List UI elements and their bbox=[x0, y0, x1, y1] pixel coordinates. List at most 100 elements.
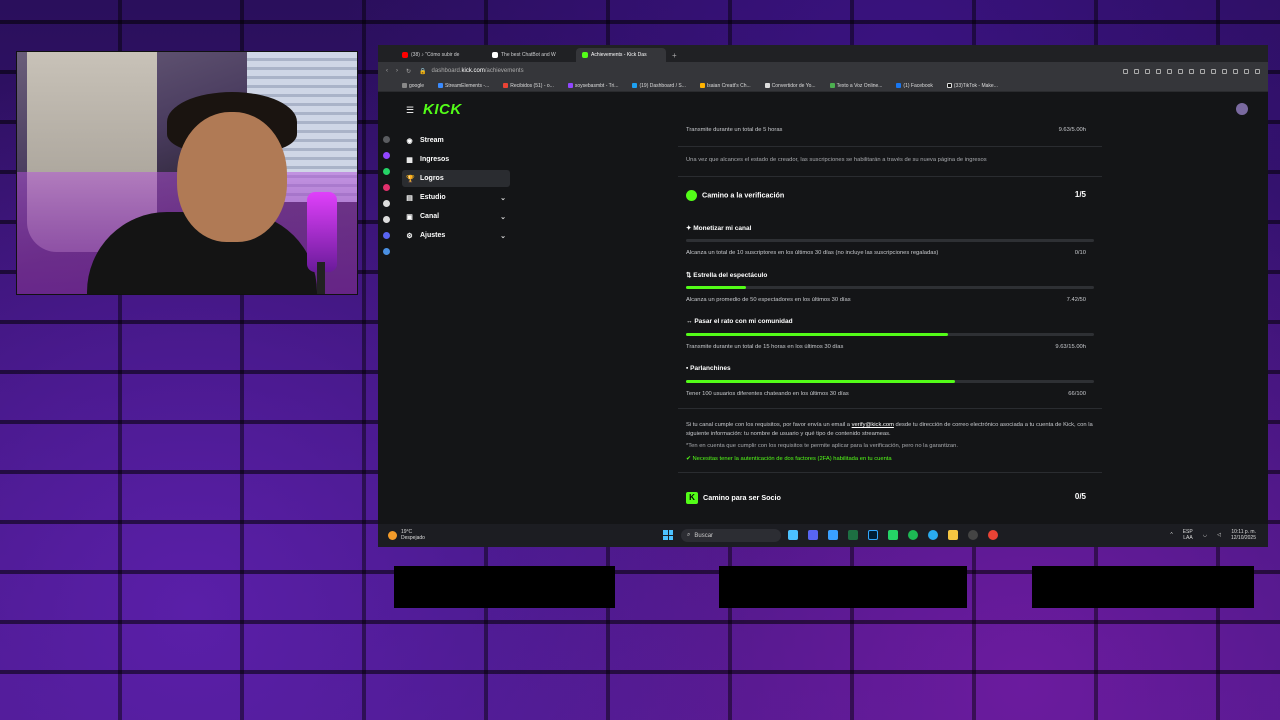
bookmark-item[interactable]: Convertidor de Yo... bbox=[764, 83, 816, 89]
kick-icon bbox=[582, 52, 588, 58]
discord-icon[interactable] bbox=[808, 530, 818, 540]
chevron-up-icon[interactable]: ^ bbox=[1170, 532, 1172, 538]
desktop-screen: (38) ♪ "Cómo subir de The best ChatBot a… bbox=[378, 45, 1268, 547]
achievement-row: Alcanza un total de 10 suscriptores en l… bbox=[686, 250, 1086, 256]
system-tray: ^ ESP LAA ◡ ◁ 10:11 p. m. 12/10/2025 bbox=[1170, 529, 1256, 541]
bookmark-item[interactable]: (33)TikTok - Make... bbox=[946, 83, 998, 89]
photoshop-icon[interactable] bbox=[868, 530, 878, 540]
redaction-bar bbox=[394, 566, 615, 608]
achievement-row: Alcanza un promedio de 50 espectadores e… bbox=[686, 297, 1086, 303]
kick-dashboard: ☰ KICK ◉ Stream ▦ Ingresos 🏆 Logros ▤ Estudi… bbox=[378, 92, 1268, 524]
sun-icon bbox=[388, 530, 397, 540]
app-icon[interactable] bbox=[828, 530, 838, 540]
bookmark-item[interactable]: Isaian Creatt's Ch... bbox=[699, 83, 751, 89]
bookmark-item[interactable]: soysebasmbt - Tri... bbox=[567, 83, 618, 89]
windows-start-icon[interactable] bbox=[663, 530, 673, 540]
dashboard-sidebar: ◉ Stream ▦ Ingresos 🏆 Logros ▤ Estudio ⌄ ▣ Can… bbox=[402, 132, 510, 246]
partner-header: K Camino para ser Socio 0/5 bbox=[686, 492, 1094, 504]
youtube-icon bbox=[402, 52, 408, 58]
achievement-title: ▪ Parlanchines bbox=[686, 365, 731, 372]
language-indicator[interactable]: ESP LAA bbox=[1183, 529, 1193, 541]
creator-note: Una vez que alcances el estado de creado… bbox=[686, 157, 987, 163]
verified-badge-icon bbox=[686, 190, 697, 201]
verification-header: Camino a la verificación 1/5 bbox=[686, 190, 1094, 201]
reload-icon[interactable]: ↻ bbox=[406, 68, 411, 75]
sidebar-item-ingresos[interactable]: ▦ Ingresos bbox=[402, 151, 510, 168]
community-icon: ↔ bbox=[686, 318, 693, 325]
sidebar-app-icon[interactable] bbox=[382, 152, 390, 159]
gear-icon: ⚙ bbox=[406, 232, 413, 240]
sidebar-app-icon[interactable] bbox=[382, 168, 390, 175]
browser-sidebar bbox=[378, 92, 394, 524]
chat-icon: ▪ bbox=[686, 365, 689, 372]
sidebar-item-logros[interactable]: 🏆 Logros bbox=[402, 170, 510, 187]
bookmark-item[interactable]: (19) Dashboard / S... bbox=[632, 83, 686, 89]
folder-icon[interactable] bbox=[948, 530, 958, 540]
sparkle-icon: ✦ bbox=[686, 225, 692, 232]
bookmark-item[interactable]: Texto a Voz Online... bbox=[829, 83, 882, 89]
browser-tab[interactable]: The best ChatBot and W bbox=[486, 48, 576, 62]
sidebar-app-icon[interactable] bbox=[382, 248, 390, 255]
star-icon: ⇅ bbox=[686, 272, 692, 279]
browser-tab-active[interactable]: Achievements - Kick Das bbox=[576, 48, 666, 62]
sidebar-app-icon[interactable] bbox=[382, 232, 390, 239]
progress-bar bbox=[686, 239, 1094, 242]
bookmark-item[interactable]: Recibidos (51) - o... bbox=[503, 83, 554, 89]
clock[interactable]: 10:11 p. m. 12/10/2025 bbox=[1231, 529, 1256, 541]
lock-icon: 🔒 bbox=[419, 68, 427, 75]
achievement-title: ✦ Monetizar mi canal bbox=[686, 225, 752, 232]
bookmark-item[interactable]: StreamElements -... bbox=[438, 83, 489, 89]
chatbot-icon bbox=[492, 52, 498, 58]
volume-icon[interactable]: ◁ bbox=[1217, 532, 1221, 538]
sidebar-item-stream[interactable]: ◉ Stream bbox=[402, 132, 510, 149]
sidebar-app-icon[interactable] bbox=[382, 216, 390, 223]
achievement-title: ⇅ Estrella del espectáculo bbox=[686, 272, 768, 279]
excel-icon[interactable] bbox=[848, 530, 858, 540]
webcam-overlay bbox=[16, 51, 358, 295]
twofa-requirement: ✔ Necesitas tener la autenticación de do… bbox=[686, 456, 892, 462]
spotify-icon[interactable] bbox=[908, 530, 918, 540]
chevron-down-icon: ⌄ bbox=[500, 194, 506, 202]
verify-email-link[interactable]: verify@kick.com bbox=[852, 422, 894, 428]
chrome-icon[interactable] bbox=[988, 530, 998, 540]
taskbar-apps bbox=[788, 530, 998, 540]
menu-icon[interactable]: ☰ bbox=[406, 105, 414, 116]
taskbar-search[interactable]: ⌕ Buscar bbox=[681, 529, 781, 542]
achievement-row: Tener 100 usuarios diferentes chateando … bbox=[686, 391, 1086, 397]
achievement-row: Transmite durante un total de 5 horas 9.… bbox=[686, 127, 1086, 133]
forward-icon[interactable]: › bbox=[396, 68, 398, 74]
kick-logo[interactable]: KICK bbox=[423, 101, 462, 118]
achievement-row: Transmite durante un total de 15 horas e… bbox=[686, 344, 1086, 350]
new-tab-button[interactable]: + bbox=[666, 48, 683, 62]
redaction-bar bbox=[719, 566, 967, 608]
wifi-icon[interactable]: ◡ bbox=[1203, 532, 1207, 538]
bookmark-item[interactable]: google bbox=[402, 83, 424, 89]
obs-icon[interactable] bbox=[968, 530, 978, 540]
whatsapp-icon[interactable] bbox=[888, 530, 898, 540]
extension-icons[interactable] bbox=[1123, 68, 1260, 74]
back-icon[interactable]: ‹ bbox=[386, 68, 388, 74]
telegram-icon[interactable] bbox=[928, 530, 938, 540]
redaction-bar bbox=[1032, 566, 1254, 608]
browser-tab[interactable]: (38) ♪ "Cómo subir de bbox=[396, 48, 486, 62]
check-icon: ✔ bbox=[686, 456, 691, 462]
url-field[interactable]: 🔒 dashboard.kick.com/achievements bbox=[419, 68, 1115, 75]
trophy-icon: 🏆 bbox=[406, 175, 415, 183]
sidebar-app-icon[interactable] bbox=[382, 200, 390, 207]
avatar[interactable] bbox=[1236, 103, 1248, 115]
sidebar-item-canal[interactable]: ▣ Canal ⌄ bbox=[402, 208, 510, 225]
progress-bar bbox=[686, 333, 1094, 336]
income-icon: ▦ bbox=[406, 156, 413, 164]
sidebar-item-estudio[interactable]: ▤ Estudio ⌄ bbox=[402, 189, 510, 206]
search-icon: ⌕ bbox=[687, 532, 691, 538]
bookmark-item[interactable]: (1) Facebook bbox=[896, 83, 933, 89]
chevron-down-icon: ⌄ bbox=[500, 232, 506, 240]
progress-bar bbox=[686, 380, 1094, 383]
sidebar-item-ajustes[interactable]: ⚙ Ajustes ⌄ bbox=[402, 227, 510, 244]
weather-widget[interactable]: 19°C Despejado bbox=[388, 529, 425, 541]
sidebar-app-icon[interactable] bbox=[382, 136, 390, 143]
tab-bar: (38) ♪ "Cómo subir de The best ChatBot a… bbox=[378, 45, 1268, 62]
taskview-icon[interactable] bbox=[788, 530, 798, 540]
kick-k-icon: K bbox=[686, 492, 698, 504]
sidebar-app-icon[interactable] bbox=[382, 184, 390, 191]
